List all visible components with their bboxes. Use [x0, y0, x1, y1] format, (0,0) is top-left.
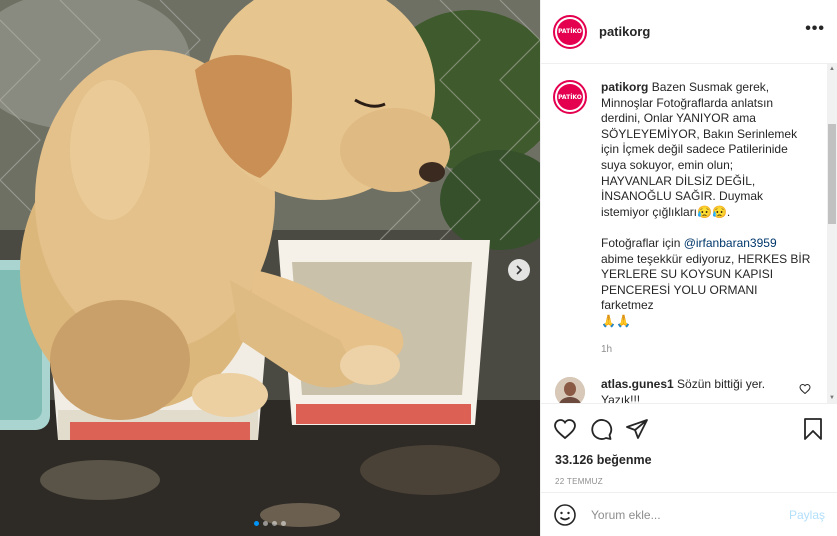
commenter-avatar[interactable] [555, 377, 585, 403]
action-bar [541, 403, 837, 453]
like-comment-heart-icon[interactable] [799, 383, 811, 395]
carousel-dot [263, 521, 268, 526]
caption-line: YERLERE SU KOYSUN KAPISI [601, 267, 774, 282]
comment-input[interactable] [591, 507, 789, 522]
carousel-dot [272, 521, 277, 526]
puppy-photo-image [0, 0, 540, 536]
comments-scrollbar[interactable]: ▲ ▼ [827, 64, 837, 403]
carousel-dots [0, 521, 540, 526]
bookmark-icon[interactable] [801, 417, 825, 441]
mention-link[interactable]: @irfanbaran3959 [684, 236, 777, 250]
more-options-icon[interactable]: ••• [805, 20, 825, 44]
avatar[interactable]: PATİKO [553, 14, 587, 49]
avatar-photo [555, 377, 585, 403]
caption-text: patikorg Bazen Susmak gerek, Minnoşlar F… [601, 80, 811, 357]
post-modal: PATİKO patikorg ••• PATİKO patikorg Baze… [0, 0, 837, 536]
avatar-logo-text: PATİKO [558, 93, 582, 101]
smiley-icon[interactable] [553, 503, 577, 527]
comment-line: Yazık!!! [601, 392, 641, 403]
comments-section[interactable]: PATİKO patikorg Bazen Susmak gerek, Minn… [541, 64, 837, 403]
caption-line: Minnoşlar Fotoğraflarda anlatsın [601, 95, 774, 110]
post-time-ago[interactable]: 1h [601, 342, 811, 358]
post-sidebar: PATİKO patikorg ••• PATİKO patikorg Baze… [540, 0, 837, 536]
comment-bubble-icon[interactable] [589, 417, 613, 441]
carousel-dot [254, 521, 259, 526]
paper-plane-icon[interactable] [625, 417, 649, 441]
caption-line: istemiyor çığlıkları😥😥. [601, 204, 731, 219]
avatar[interactable]: PATİKO [553, 80, 587, 114]
comment-username[interactable]: atlas.gunes1 [601, 377, 674, 391]
brand-logo: PATİKO [557, 84, 583, 110]
scroll-up-arrow-icon[interactable]: ▲ [829, 66, 835, 72]
scroll-down-arrow-icon[interactable]: ▼ [829, 395, 835, 401]
post-date: 22 TEMMUZ [555, 477, 603, 486]
caption-line: abime teşekkür ediyoruz, HERKES BİR [601, 251, 811, 266]
avatar-logo-text: PATİKO [558, 28, 582, 35]
post-caption: PATİKO patikorg Bazen Susmak gerek, Minn… [553, 80, 817, 357]
caption-line: PENCERESİ YOLU ORMANI farketmez [601, 282, 758, 313]
brand-logo: PATİKO [557, 18, 583, 45]
comment-item: atlas.gunes1 Sözün bittiği yer. Yazık!!! [553, 377, 817, 403]
heart-icon[interactable] [553, 417, 577, 441]
caption-line: Bazen Susmak gerek, [651, 80, 770, 94]
comment-line: Sözün bittiği yer. [677, 377, 766, 392]
caption-line: 🙏🙏 [601, 313, 631, 328]
credit-prefix: Fotoğraflar için [601, 235, 684, 250]
post-header: PATİKO patikorg ••• [541, 0, 837, 64]
post-comment-button[interactable]: Paylaş [789, 508, 825, 522]
post-photo[interactable] [0, 0, 540, 536]
chevron-right-icon [516, 265, 523, 275]
caption-line: İNSANOĞLU SAĞIR. Duymak [601, 189, 764, 204]
caption-line: HAYVANLAR DİLSİZ DEĞİL, [601, 173, 756, 188]
like-count[interactable]: 33.126 beğenme [541, 453, 837, 467]
comment-text: atlas.gunes1 Sözün bittiği yer. Yazık!!! [601, 377, 797, 403]
header-username[interactable]: patikorg [599, 24, 650, 39]
caption-line: derdini, Onlar YANIYOR ama [601, 111, 756, 126]
caption-line: suya sokuyor, emin olun; [601, 157, 734, 172]
scroll-thumb[interactable] [828, 124, 836, 224]
carousel-dot [281, 521, 286, 526]
add-comment-bar: Paylaş [541, 492, 837, 536]
caption-line: SÖYLEYEMİYOR, Bakın Serinlemek [601, 126, 798, 141]
caption-username[interactable]: patikorg [601, 80, 648, 94]
caption-line: için İçmek değil sadece Patilerinide [601, 142, 788, 157]
next-photo-button[interactable] [508, 259, 530, 281]
